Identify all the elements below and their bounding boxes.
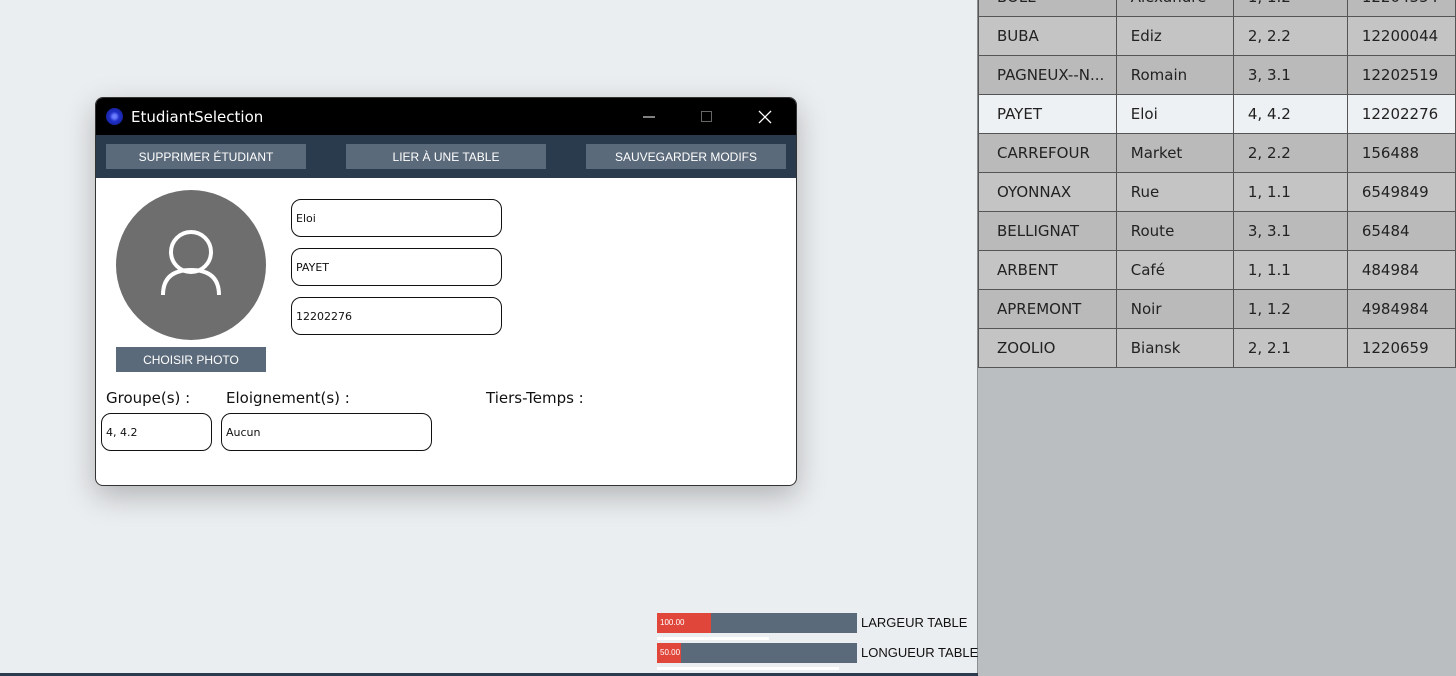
cell-first-name: Route [1115,211,1234,251]
distance-label: Eloignement(s) : [226,389,350,407]
cell-last-name: BUBA [978,16,1117,56]
minimize-icon [643,116,655,117]
cell-last-name: BOLL [978,0,1117,17]
first-name-field[interactable]: Eloi [291,199,502,237]
distance-field[interactable]: Aucun [221,413,432,451]
cell-student-id: 12202276 [1346,94,1456,134]
slider-track [657,667,839,670]
cell-last-name: PAGNEUX--N... [978,55,1117,95]
cell-first-name: Eloi [1115,94,1234,134]
cell-last-name: APREMONT [978,289,1117,329]
table-length-slider[interactable]: 50.00 [657,643,857,670]
cell-group: 1, 1.2 [1232,0,1348,17]
minimize-button[interactable] [620,98,678,135]
cell-group: 3, 3.1 [1232,211,1348,251]
table-row[interactable]: ZOOLIO Biansk 2, 2.1 1220659 [978,328,1456,368]
choose-photo-button[interactable]: CHOISIR PHOTO [116,347,266,372]
save-changes-button[interactable]: SAUVEGARDER MODIFS [586,144,786,169]
slider-value: 100.00 [660,618,685,627]
cell-student-id: 12202519 [1346,55,1456,95]
groups-label: Groupe(s) : [106,389,191,407]
window-title: EtudiantSelection [131,108,264,126]
table-row[interactable]: CARREFOUR Market 2, 2.2 156488 [978,133,1456,173]
cell-student-id: 12204354 [1346,0,1456,17]
cell-student-id: 484984 [1346,250,1456,290]
student-table: BOLLAlexandre1, 1.212204354BUBAEdiz2, 2.… [978,0,1456,368]
student-selection-window: EtudiantSelection SUPPRIMER ÉTUDIANT LIE… [95,97,797,486]
cell-group: 1, 1.2 [1232,289,1348,329]
student-table-panel: BOLLAlexandre1, 1.212204354BUBAEdiz2, 2.… [977,0,1456,676]
user-icon [161,230,221,296]
cell-group: 1, 1.1 [1232,250,1348,290]
table-length-label: LONGUEUR TABLE [861,645,979,660]
delete-student-button[interactable]: SUPPRIMER ÉTUDIANT [106,144,306,169]
cell-student-id: 4984984 [1346,289,1456,329]
cell-last-name: PAYET [978,94,1117,134]
cell-first-name: Noir [1115,289,1234,329]
cell-student-id: 12200044 [1346,16,1456,56]
cell-group: 4, 4.2 [1232,94,1348,134]
cell-group: 1, 1.1 [1232,172,1348,212]
cell-first-name: Market [1115,133,1234,173]
toolbar: SUPPRIMER ÉTUDIANT LIER À UNE TABLE SAUV… [96,135,796,178]
last-name-field[interactable]: PAYET [291,248,502,286]
app-icon [106,108,123,125]
avatar [116,190,266,340]
table-row[interactable]: PAGNEUX--N... Romain 3, 3.1 12202519 [978,55,1456,95]
cell-group: 3, 3.1 [1232,55,1348,95]
table-row[interactable]: OYONNAX Rue 1, 1.1 6549849 [978,172,1456,212]
groups-field[interactable]: 4, 4.2 [101,413,212,451]
link-table-button[interactable]: LIER À UNE TABLE [346,144,546,169]
cell-last-name: OYONNAX [978,172,1117,212]
cell-student-id: 156488 [1346,133,1456,173]
cell-student-id: 1220659 [1346,328,1456,368]
slider-track [657,637,769,640]
cell-first-name: Biansk [1115,328,1234,368]
maximize-icon [701,110,712,122]
table-width-label: LARGEUR TABLE [861,615,968,630]
student-id-field[interactable]: 12202276 [291,297,502,335]
cell-student-id: 6549849 [1346,172,1456,212]
cell-first-name: Romain [1115,55,1234,95]
cell-first-name: Ediz [1115,16,1234,56]
table-row[interactable]: APREMONT Noir 1, 1.2 4984984 [978,289,1456,329]
cell-group: 2, 2.1 [1232,328,1348,368]
cell-group: 2, 2.2 [1232,133,1348,173]
cell-group: 2, 2.2 [1232,16,1348,56]
cell-last-name: BELLIGNAT [978,211,1117,251]
cell-first-name: Rue [1115,172,1234,212]
cell-last-name: ZOOLIO [978,328,1117,368]
maximize-button[interactable] [678,98,736,135]
table-row[interactable]: BELLIGNAT Route 3, 3.1 65484 [978,211,1456,251]
close-icon [758,110,772,123]
table-row[interactable]: ARBENT Café 1, 1.1 484984 [978,250,1456,290]
cell-last-name: ARBENT [978,250,1117,290]
table-width-slider[interactable]: 100.00 [657,613,857,640]
extra-time-label: Tiers-Temps : [486,389,584,407]
slider-value: 50.00 [660,648,681,657]
cell-last-name: CARREFOUR [978,133,1117,173]
table-row[interactable]: BUBA Ediz 2, 2.2 12200044 [978,16,1456,56]
table-row[interactable]: BOLLAlexandre1, 1.212204354 [978,0,1456,17]
close-button[interactable] [736,98,794,135]
title-bar[interactable]: EtudiantSelection [96,98,796,135]
cell-student-id: 65484 [1346,211,1456,251]
cell-first-name: Alexandre [1115,0,1234,17]
cell-first-name: Café [1115,250,1234,290]
table-row[interactable]: PAYET Eloi 4, 4.2 12202276 [978,94,1456,134]
